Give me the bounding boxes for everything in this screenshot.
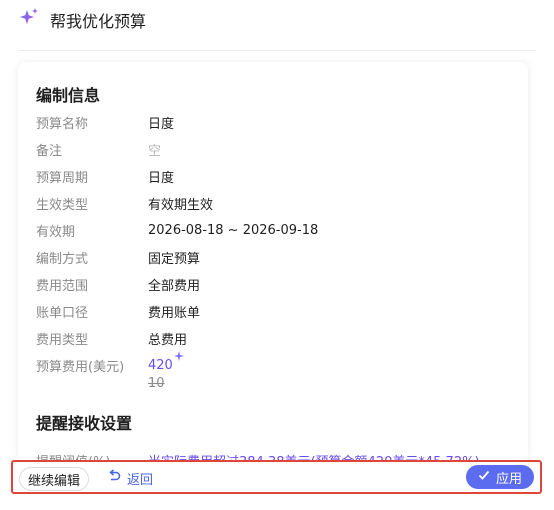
sparkle-icon (173, 350, 184, 365)
field-value: 有效期生效 (148, 197, 214, 213)
back-button[interactable]: 返回 (107, 467, 153, 489)
apply-button[interactable]: 应用 (466, 465, 534, 489)
field-label: 费用类型 (36, 332, 89, 348)
field-row-bill-basis: 账单口径 费用账单 (36, 301, 200, 321)
field-value: 总费用 (148, 332, 188, 348)
field-value: 当实际费用超过384.38美元(预算金额420美元*45.72%) (148, 451, 480, 460)
field-row-remark: 备注 空 (36, 139, 161, 159)
field-label: 生效类型 (36, 197, 89, 213)
budget-info-card: 编制信息 预算名称 日度 备注 空 预算周期 日度 生效类型 有效期生效 有效期… (18, 62, 528, 462)
undo-arrow-icon (107, 469, 121, 487)
field-label: 提醒阈值(%) (36, 451, 148, 460)
field-label: 备注 (36, 143, 63, 159)
header-divider (18, 50, 536, 51)
budget-old-value: 10 (148, 376, 165, 391)
apply-label: 应用 (495, 471, 522, 487)
section-title-compile-info: 编制信息 (36, 86, 101, 105)
field-value: 固定预算 (148, 251, 201, 267)
field-label: 账单口径 (36, 305, 89, 321)
field-row-compile-method: 编制方式 固定预算 (36, 247, 200, 267)
section-title-reminder: 提醒接收设置 (36, 414, 133, 433)
check-icon (478, 469, 490, 485)
field-row-reminder-threshold: 提醒阈值(%) 当实际费用超过384.38美元(预算金额420美元*45.72%… (36, 440, 506, 460)
action-bar: 继续编辑 返回 应用 (11, 460, 542, 494)
field-label: 预算费用(美元) (36, 359, 125, 375)
field-row-validity: 有效期 2026-08-18 ~ 2026-09-18 (36, 220, 318, 240)
field-label: 有效期 (36, 224, 76, 240)
field-label: 预算名称 (36, 116, 89, 132)
field-label: 编制方式 (36, 251, 89, 267)
field-label: 费用范围 (36, 278, 89, 294)
field-value: 空 (148, 143, 162, 159)
field-label: 预算周期 (36, 170, 89, 186)
field-row-cost-scope: 费用范围 全部费用 (36, 274, 200, 294)
field-row-budget-period: 预算周期 日度 (36, 166, 174, 186)
field-value: 2026-08-18 ~ 2026-09-18 (148, 222, 319, 238)
continue-edit-button[interactable]: 继续编辑 (19, 467, 90, 491)
field-value: 日度 (148, 116, 175, 132)
budget-new-value: 420 (148, 357, 173, 373)
field-value: 日度 (148, 170, 175, 186)
field-row-budget-amount: 预算费用(美元) 420 (36, 350, 184, 375)
field-row-cost-type: 费用类型 总费用 (36, 328, 187, 348)
panel-header: 帮我优化预算 (18, 8, 146, 32)
sparkle-icon (18, 7, 40, 33)
field-row-effective-type: 生效类型 有效期生效 (36, 193, 213, 213)
field-row-budget-name: 预算名称 日度 (36, 112, 174, 132)
panel-title: 帮我优化预算 (50, 12, 147, 31)
back-label: 返回 (127, 472, 154, 488)
field-value: 费用账单 (148, 305, 201, 321)
field-value: 全部费用 (148, 278, 201, 294)
